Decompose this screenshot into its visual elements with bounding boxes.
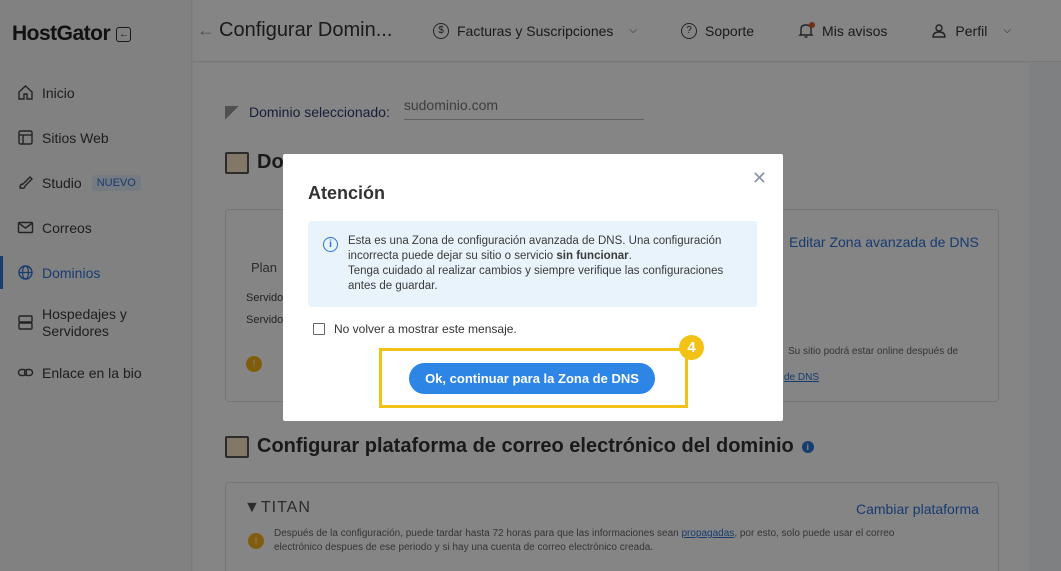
close-icon[interactable]: ✕ <box>752 168 767 189</box>
dns-alert: i Esta es una Zona de configuración avan… <box>308 221 757 307</box>
info-icon: i <box>323 237 338 252</box>
alert-text: Esta es una Zona de configuración avanza… <box>348 235 724 292</box>
dont-show-again-checkbox[interactable] <box>313 323 325 335</box>
dont-show-again-label: No volver a mostrar este mensaje. <box>334 322 517 336</box>
step-highlight-box <box>379 348 688 408</box>
dont-show-again[interactable]: No volver a mostrar este mensaje. <box>313 322 517 336</box>
step-number-badge: 4 <box>679 335 704 360</box>
modal-title: Atención <box>308 183 386 203</box>
